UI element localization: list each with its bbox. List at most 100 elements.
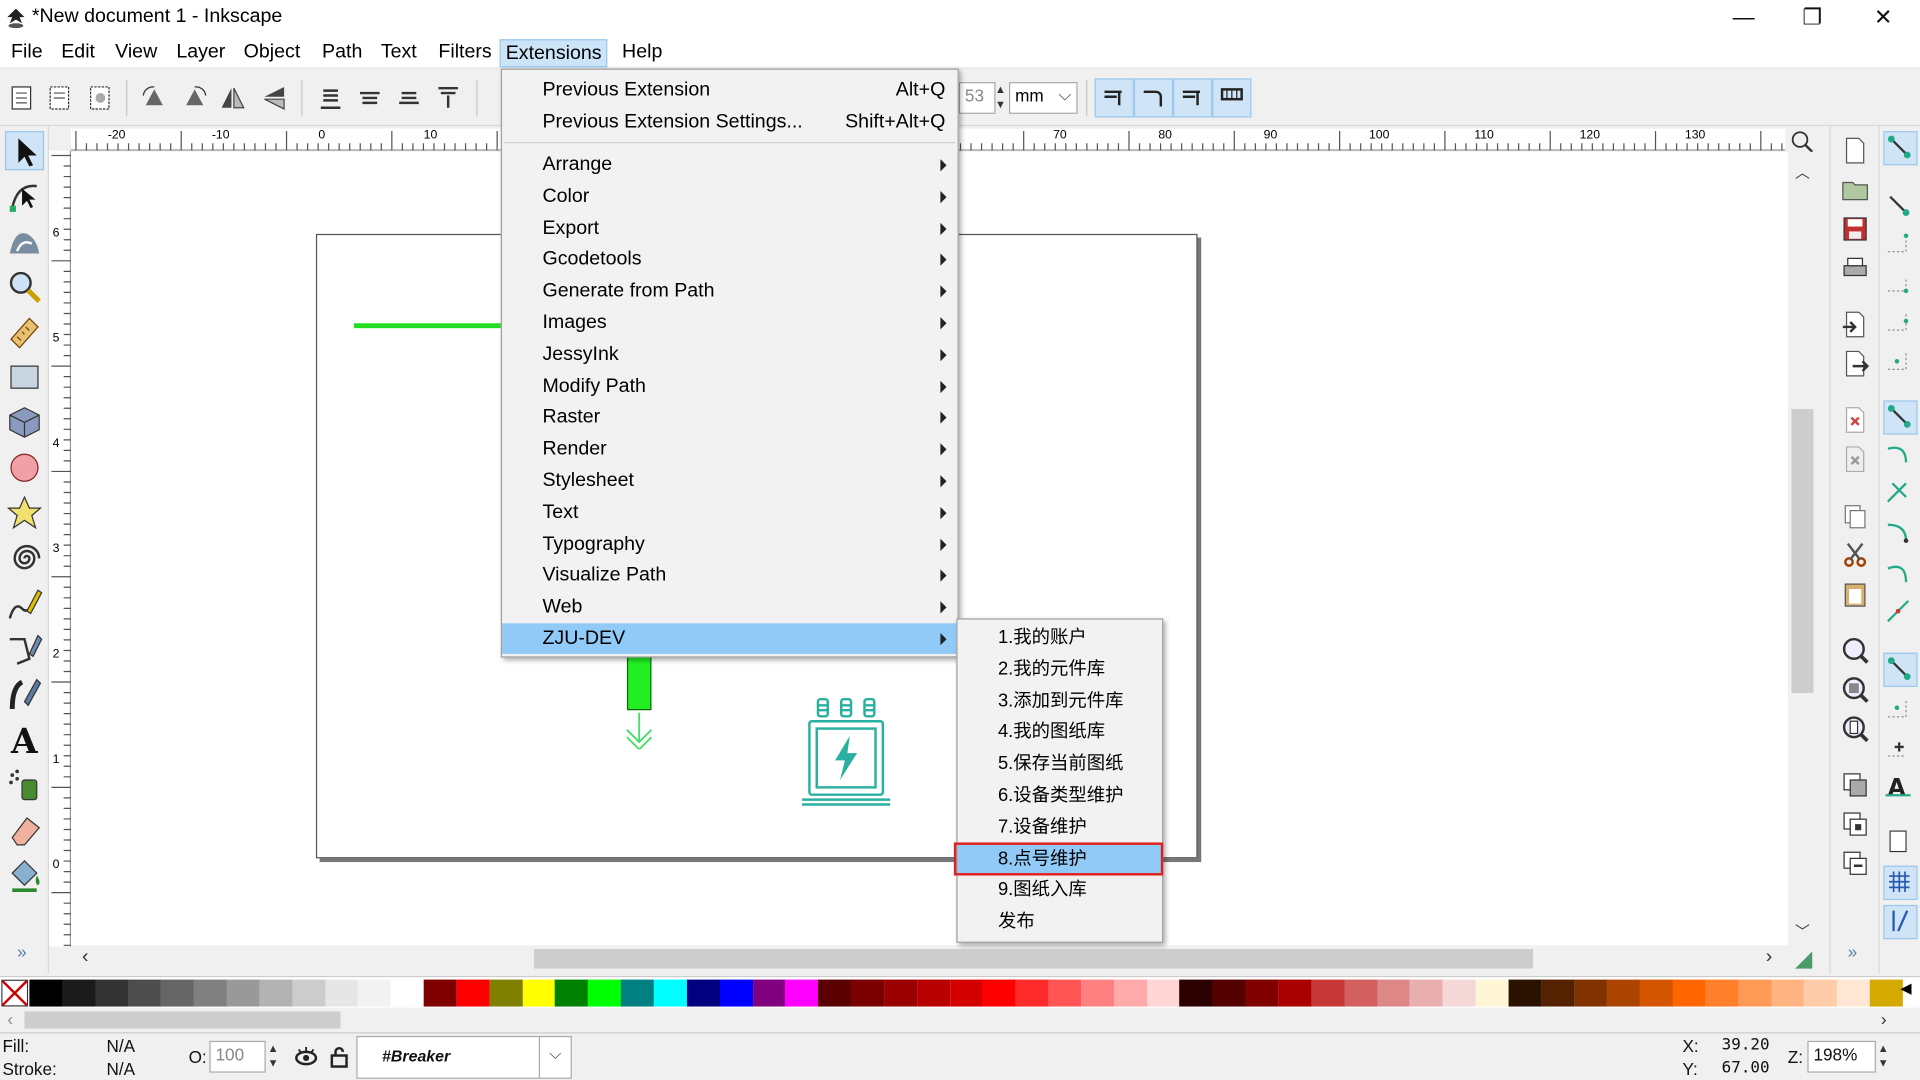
menu-view[interactable]: View (110, 39, 162, 67)
redo-icon[interactable] (1840, 444, 1869, 473)
stroke-value[interactable]: N/A (107, 1059, 136, 1079)
menu-help[interactable]: Help (617, 39, 667, 67)
color-swatch[interactable] (1311, 979, 1345, 1007)
color-swatch[interactable] (686, 979, 721, 1007)
lower-to-bottom-icon[interactable] (316, 83, 345, 112)
color-swatch[interactable] (423, 979, 458, 1007)
color-swatch[interactable] (1048, 979, 1082, 1007)
green-bar-shape[interactable] (626, 656, 652, 711)
menuitem-stylesheet[interactable]: Stylesheet (502, 465, 958, 496)
color-swatch[interactable] (1376, 979, 1411, 1007)
color-swatch[interactable] (390, 979, 425, 1007)
unlink-clone-icon[interactable] (1840, 849, 1869, 878)
color-swatch[interactable] (1672, 979, 1707, 1007)
color-swatch[interactable] (1771, 979, 1805, 1007)
snap-bbox-midpoint-toggle[interactable] (1883, 307, 1917, 341)
unit-select[interactable]: mm ⌵ (1008, 82, 1078, 114)
color-swatch[interactable] (719, 979, 754, 1007)
paste-icon[interactable] (1840, 579, 1869, 608)
print-icon[interactable] (1840, 253, 1869, 282)
palette-scroll-left-icon[interactable]: ‹ (7, 1009, 13, 1029)
scroll-down-icon[interactable]: ﹀ (1795, 921, 1810, 942)
node-tool[interactable] (5, 176, 44, 215)
snap-object-center-toggle[interactable] (1883, 692, 1917, 726)
menu-path[interactable]: Path (317, 39, 367, 67)
color-swatch[interactable] (1278, 979, 1312, 1007)
palette-menu-icon[interactable]: ◀ (1900, 980, 1911, 997)
menu-object[interactable]: Object (239, 39, 305, 67)
snap-bbox-corner-toggle[interactable] (1883, 268, 1917, 302)
green-wire-line[interactable] (353, 323, 507, 329)
no-paint-swatch-icon[interactable] (1, 979, 29, 1007)
zju-menuitem-2[interactable]: 2.我的元件库 (958, 654, 1162, 685)
tweak-tool[interactable] (5, 222, 44, 261)
fill-value[interactable]: N/A (107, 1036, 136, 1056)
calligraphy-tool[interactable] (5, 675, 44, 714)
color-swatch[interactable] (1212, 979, 1247, 1007)
cut-icon[interactable] (1840, 540, 1869, 569)
new-document-icon[interactable] (1840, 136, 1869, 165)
color-swatch[interactable] (1114, 979, 1148, 1007)
color-swatch[interactable] (916, 979, 951, 1007)
palette-scroll-thumb[interactable] (24, 1011, 341, 1029)
snap-cusp-toggle[interactable] (1883, 518, 1917, 552)
commands-overflow-icon[interactable]: » (1848, 942, 1858, 962)
snap-bbox-edge-toggle[interactable] (1883, 229, 1917, 263)
spiral-tool[interactable] (5, 539, 44, 578)
color-swatch[interactable] (949, 979, 984, 1007)
snap-bbox-center-toggle[interactable] (1883, 347, 1917, 381)
color-swatch[interactable] (1837, 979, 1871, 1007)
menuitem-color[interactable]: Color (502, 181, 958, 212)
horizontal-scroll-thumb[interactable] (533, 948, 1534, 969)
color-swatch[interactable] (489, 979, 523, 1007)
vertical-scroll-thumb[interactable] (1791, 408, 1814, 694)
toolbox-overflow-icon[interactable]: » (17, 942, 27, 962)
menuitem-generate-from-path[interactable]: Generate from Path (502, 276, 958, 307)
3d-box-tool[interactable] (5, 403, 44, 442)
snap-text-baseline-toggle[interactable]: A (1883, 770, 1917, 804)
flip-horizontal-icon[interactable] (218, 83, 247, 112)
export-icon[interactable] (1840, 349, 1870, 378)
zju-menuitem-7[interactable]: 7.设备维护 (958, 812, 1162, 843)
zoom-spinner[interactable]: ▲ ▼ (1876, 1041, 1891, 1073)
zju-menuitem-9[interactable]: 9.图纸入库 (958, 875, 1162, 906)
zju-menuitem-4[interactable]: 4.我的图纸库 (958, 717, 1162, 748)
menu-extensions[interactable]: Extensions (499, 39, 608, 68)
select-all-icon[interactable] (7, 83, 36, 112)
zoom-tool[interactable] (5, 267, 44, 306)
paint-bucket-tool[interactable] (5, 856, 44, 895)
select-all-layers-icon[interactable] (45, 83, 74, 112)
rotate-ccw-icon[interactable] (140, 83, 169, 112)
zju-menuitem-3[interactable]: 3.添加到元件库 (958, 685, 1162, 716)
menu-filters[interactable]: Filters (433, 39, 496, 67)
menuitem-zju-dev[interactable]: ZJU-DEV (502, 623, 958, 654)
zju-menuitem-10[interactable]: 发布 (958, 906, 1162, 937)
snap-toggle[interactable] (1883, 131, 1918, 166)
menuitem-export[interactable]: Export (502, 213, 958, 244)
color-swatch[interactable] (883, 979, 918, 1007)
layer-select[interactable]: #Breaker ⌵ (356, 1035, 572, 1079)
raise-to-top-icon[interactable] (433, 83, 462, 112)
color-swatch[interactable] (982, 979, 1017, 1007)
color-swatch[interactable] (358, 979, 392, 1007)
zoom-selection-icon[interactable] (1840, 636, 1869, 665)
color-swatch[interactable] (653, 979, 688, 1007)
palette-scrollbar[interactable]: ‹ › (0, 1007, 1920, 1033)
snap-nodes-toggle[interactable] (1883, 400, 1918, 435)
import-icon[interactable] (1840, 310, 1869, 339)
layer-visibility-icon[interactable] (294, 1046, 318, 1068)
menuitem-gcodetools[interactable]: Gcodetools (502, 244, 958, 275)
color-swatch[interactable] (1015, 979, 1049, 1007)
color-swatch[interactable] (226, 979, 261, 1007)
horizontal-scrollbar[interactable]: ‹ › (71, 945, 1816, 973)
spray-tool[interactable] (5, 765, 44, 804)
menuitem-typography[interactable]: Typography (502, 528, 958, 559)
color-swatch[interactable] (1574, 979, 1608, 1007)
color-swatch[interactable] (1738, 979, 1772, 1007)
menuitem-raster[interactable]: Raster (502, 402, 958, 433)
color-swatch[interactable] (1475, 979, 1510, 1007)
scale-corners-toggle[interactable] (1133, 78, 1174, 118)
color-swatch[interactable] (818, 979, 852, 1007)
color-swatch[interactable] (1705, 979, 1740, 1007)
eraser-tool[interactable] (5, 811, 44, 850)
